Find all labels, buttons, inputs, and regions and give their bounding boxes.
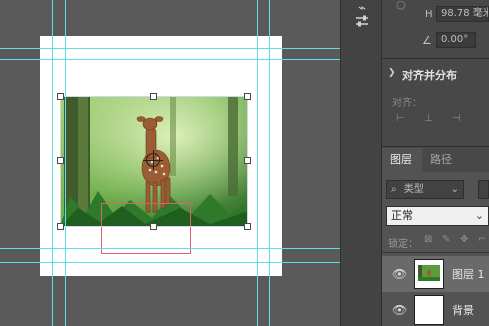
filter-toggle-button[interactable]: [478, 180, 489, 199]
transform-handle-top-left[interactable]: [57, 93, 64, 100]
guide-line[interactable]: [0, 59, 340, 60]
layer-row[interactable]: 👁 背景: [382, 292, 489, 326]
tab-layers[interactable]: 图层: [382, 148, 422, 172]
blend-mode-value: 正常: [391, 209, 413, 222]
divider: [382, 252, 489, 253]
divider: [382, 146, 489, 147]
collapse-chevron-icon[interactable]: ❯: [388, 68, 396, 78]
panel-toolstrip: ⌁: [340, 0, 382, 326]
transform-handle-right[interactable]: [244, 157, 251, 164]
transform-handle-left[interactable]: [57, 157, 64, 164]
layer-row-selected[interactable]: 👁 图层 1: [382, 256, 489, 292]
align-label: 对齐：: [392, 98, 422, 109]
blend-mode-select[interactable]: 正常 ⌄: [386, 206, 489, 226]
layer-thumbnail: [414, 259, 444, 289]
visibility-eye-icon[interactable]: 👁: [392, 303, 407, 317]
tab-paths[interactable]: 路径: [422, 148, 462, 172]
transform-handle-top[interactable]: [150, 93, 157, 100]
divider: [382, 58, 489, 59]
adjustments-sliders-icon[interactable]: [353, 12, 371, 30]
angle-field[interactable]: 0.00°: [436, 32, 476, 48]
layer-name: 背景: [452, 304, 474, 317]
align-right-icon[interactable]: ⊣: [452, 113, 461, 124]
layer-filter-label: 类型: [403, 184, 424, 195]
height-label: H: [425, 9, 433, 20]
transform-handle-bottom[interactable]: [150, 223, 157, 230]
guide-line[interactable]: [0, 248, 340, 249]
layer-filter-select[interactable]: ⌕ 类型 ⌄: [386, 180, 464, 199]
height-field[interactable]: 98.78 毫米: [436, 6, 489, 22]
lock-paint-icon[interactable]: ✎: [442, 234, 450, 245]
guide-line[interactable]: [0, 48, 340, 49]
lock-label: 锁定：: [388, 239, 418, 250]
search-icon: ⌕: [391, 184, 397, 195]
chevron-down-icon: ⌄: [450, 184, 459, 195]
chevron-down-icon: ⌄: [474, 209, 484, 222]
visibility-eye-icon[interactable]: 👁: [392, 267, 407, 281]
transform-handle-bottom-right[interactable]: [244, 223, 251, 230]
lock-transparent-icon[interactable]: ⊠: [424, 234, 432, 245]
lock-position-icon[interactable]: ✥: [460, 234, 468, 245]
document-canvas[interactable]: [0, 0, 340, 326]
link-icon[interactable]: ○: [396, 0, 406, 11]
angle-icon: ∠: [422, 34, 432, 47]
lock-artboard-icon[interactable]: ⌐: [478, 234, 486, 245]
transform-handle-top-right[interactable]: [244, 93, 251, 100]
transform-reference-point-icon[interactable]: [143, 150, 163, 170]
align-panel-title: 对齐并分布: [402, 69, 457, 82]
guide-line[interactable]: [0, 262, 340, 263]
layer-thumbnail: [414, 295, 444, 325]
align-center-icon[interactable]: ⊥: [424, 113, 433, 124]
transform-handle-bottom-left[interactable]: [57, 223, 64, 230]
align-left-icon[interactable]: ⊢: [396, 113, 405, 124]
layer-name: 图层 1: [452, 268, 485, 281]
right-panels: ○ H 98.78 毫米 ∠ 0.00° ❯ 对齐并分布 对齐： ⊢ ⊥ ⊣ 图…: [382, 0, 489, 326]
